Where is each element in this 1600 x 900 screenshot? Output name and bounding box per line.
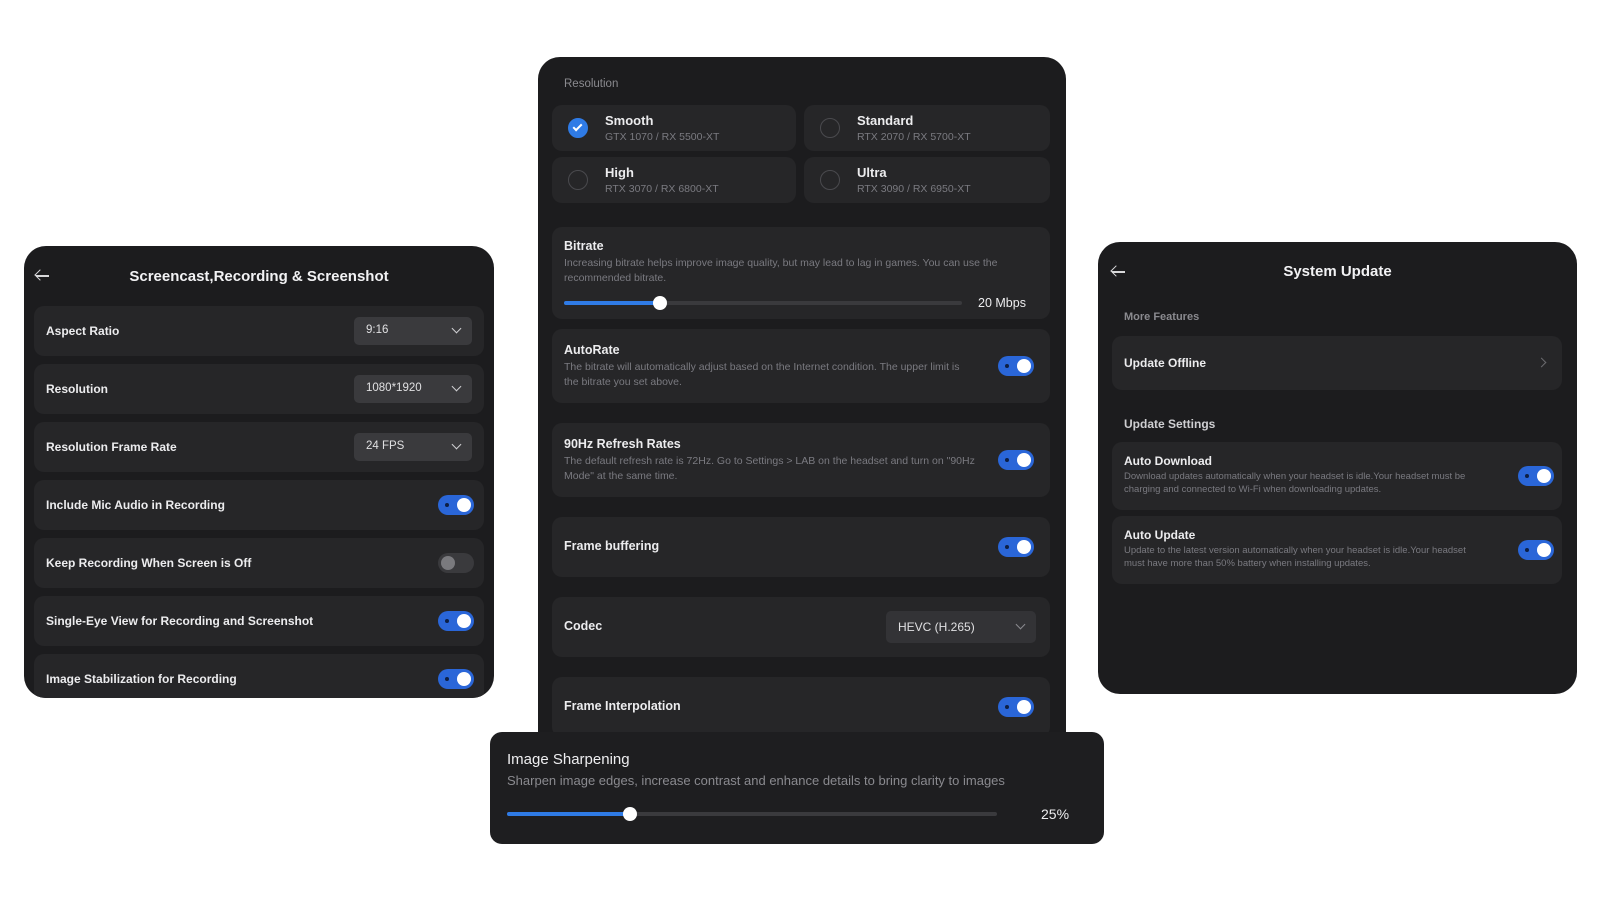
option-name: High	[605, 165, 634, 180]
frame-interpolation-row: Frame Interpolation	[552, 677, 1050, 737]
update-settings-heading: Update Settings	[1124, 417, 1216, 431]
option-gpu: GTX 1070 / RX 5500-XT	[605, 131, 720, 143]
stabilization-label: Image Stabilization for Recording	[46, 672, 237, 686]
option-high[interactable]: High RTX 3070 / RX 6800-XT	[552, 157, 796, 203]
auto-download-row: Auto Download Download updates automatic…	[1112, 442, 1562, 510]
option-gpu: RTX 3090 / RX 6950-XT	[857, 183, 971, 195]
autorate-label: AutoRate	[564, 343, 620, 357]
aspect-ratio-label: Aspect Ratio	[46, 324, 120, 338]
screencast-title: Screencast,Recording & Screenshot	[129, 268, 389, 285]
chevron-down-icon	[1015, 619, 1026, 630]
option-gpu: RTX 2070 / RX 5700-XT	[857, 131, 971, 143]
resolution-heading: Resolution	[564, 78, 619, 90]
frame-interpolation-toggle[interactable]	[998, 697, 1034, 717]
bitrate-label: Bitrate	[564, 239, 604, 253]
update-offline-row[interactable]: Update Offline	[1112, 336, 1562, 390]
single-eye-label: Single-Eye View for Recording and Screen…	[46, 614, 314, 628]
sharpening-title: Image Sharpening	[507, 751, 630, 768]
frame-interpolation-label: Frame Interpolation	[564, 699, 681, 713]
frame-buffering-toggle[interactable]	[998, 537, 1034, 557]
frame-rate-row: Resolution Frame Rate 24 FPS	[34, 422, 484, 472]
stabilization-row: Image Stabilization for Recording	[34, 654, 484, 698]
chevron-down-icon	[451, 323, 462, 334]
option-smooth[interactable]: Smooth GTX 1070 / RX 5500-XT	[552, 105, 796, 151]
resolution-dropdown[interactable]: 1080*1920	[354, 375, 472, 403]
bitrate-value: 20 Mbps	[978, 296, 1026, 310]
autorate-description: The bitrate will automatically adjust ba…	[564, 361, 960, 388]
bitrate-slider-fill	[564, 301, 660, 305]
option-standard[interactable]: Standard RTX 2070 / RX 5700-XT	[804, 105, 1050, 151]
frame-buffering-label: Frame buffering	[564, 539, 660, 553]
auto-download-label: Auto Download	[1124, 454, 1212, 468]
bitrate-slider-track[interactable]	[564, 301, 962, 305]
auto-download-toggle[interactable]	[1518, 466, 1554, 486]
option-gpu: RTX 3070 / RX 6800-XT	[605, 183, 719, 195]
option-name: Smooth	[605, 113, 654, 128]
auto-update-toggle[interactable]	[1518, 540, 1554, 560]
frame-buffering-row: Frame buffering	[552, 517, 1050, 577]
bitrate-slider-thumb[interactable]	[652, 296, 667, 310]
mic-audio-toggle[interactable]	[438, 495, 474, 515]
radio-unchecked-icon	[820, 118, 840, 138]
screencast-panel: Screencast,Recording & Screenshot Aspect…	[24, 246, 494, 698]
codec-value: HEVC (H.265)	[898, 620, 975, 634]
codec-row: Codec HEVC (H.265)	[552, 597, 1050, 657]
mic-audio-row: Include Mic Audio in Recording	[34, 480, 484, 530]
auto-update-label: Auto Update	[1124, 528, 1196, 542]
stabilization-toggle[interactable]	[438, 669, 474, 689]
system-update-title: System Update	[1283, 263, 1392, 280]
radio-checked-icon	[568, 118, 588, 138]
aspect-ratio-dropdown[interactable]: 9:16	[354, 317, 472, 345]
keep-recording-label: Keep Recording When Screen is Off	[46, 556, 252, 570]
bitrate-description: Increasing bitrate helps improve image q…	[564, 257, 998, 284]
autorate-toggle[interactable]	[998, 356, 1034, 376]
single-eye-toggle[interactable]	[438, 611, 474, 631]
option-name: Ultra	[857, 165, 887, 180]
refresh-rate-row: 90Hz Refresh Rates The default refresh r…	[552, 423, 1050, 497]
bitrate-row: Bitrate Increasing bitrate helps improve…	[552, 227, 1050, 319]
auto-download-description: Download updates automatically when your…	[1124, 471, 1466, 495]
refresh-rate-description: The default refresh rate is 72Hz. Go to …	[564, 455, 975, 482]
radio-unchecked-icon	[568, 170, 588, 190]
streaming-panel: Resolution Smooth GTX 1070 / RX 5500-XT …	[538, 57, 1066, 757]
keep-recording-toggle[interactable]	[438, 553, 474, 573]
frame-rate-dropdown[interactable]: 24 FPS	[354, 433, 472, 461]
more-features-heading: More Features	[1124, 311, 1200, 323]
sharpening-description: Sharpen image edges, increase contrast a…	[507, 773, 1005, 788]
radio-unchecked-icon	[820, 170, 840, 190]
aspect-ratio-row: Aspect Ratio 9:16	[34, 306, 484, 356]
autorate-row: AutoRate The bitrate will automatically …	[552, 329, 1050, 403]
refresh-rate-label: 90Hz Refresh Rates	[564, 437, 681, 451]
option-name: Standard	[857, 113, 914, 128]
frame-rate-value: 24 FPS	[366, 440, 405, 452]
sharpening-value: 25%	[1041, 806, 1070, 822]
sharpening-slider-track[interactable]	[507, 812, 997, 816]
chevron-right-icon	[1536, 357, 1547, 368]
sharpening-slider-fill	[507, 812, 630, 816]
resolution-row: Resolution 1080*1920	[34, 364, 484, 414]
mic-audio-label: Include Mic Audio in Recording	[46, 498, 225, 512]
resolution-value: 1080*1920	[366, 382, 422, 394]
aspect-ratio-value: 9:16	[366, 324, 389, 336]
resolution-label: Resolution	[46, 382, 108, 396]
frame-rate-label: Resolution Frame Rate	[46, 440, 177, 454]
option-ultra[interactable]: Ultra RTX 3090 / RX 6950-XT	[804, 157, 1050, 203]
sharpening-slider-thumb[interactable]	[622, 807, 637, 821]
single-eye-row: Single-Eye View for Recording and Screen…	[34, 596, 484, 646]
keep-recording-row: Keep Recording When Screen is Off	[34, 538, 484, 588]
update-offline-label: Update Offline	[1124, 356, 1207, 370]
chevron-down-icon	[451, 439, 462, 450]
system-update-panel: System Update More Features Update Offli…	[1098, 242, 1577, 694]
codec-label: Codec	[564, 619, 603, 633]
codec-dropdown[interactable]: HEVC (H.265)	[886, 611, 1036, 643]
auto-update-description: Update to the latest version automatical…	[1124, 545, 1466, 569]
image-sharpening-card: Image Sharpening Sharpen image edges, in…	[490, 732, 1104, 844]
auto-update-row: Auto Update Update to the latest version…	[1112, 516, 1562, 584]
chevron-down-icon	[451, 381, 462, 392]
refresh-rate-toggle[interactable]	[998, 450, 1034, 470]
